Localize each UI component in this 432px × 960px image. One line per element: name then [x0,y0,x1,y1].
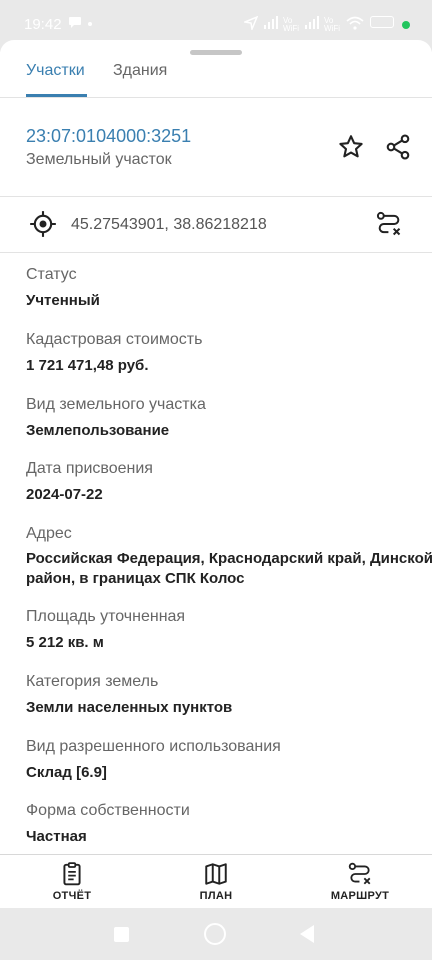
tab-parcels[interactable]: Участки [26,62,85,80]
route-label: МАРШРУТ [330,890,390,902]
report-icon [63,862,81,886]
tab-bar: Участки Здания [0,58,432,98]
signal-icon [305,16,321,32]
route-button[interactable]: МАРШРУТ [320,855,400,909]
report-button[interactable]: ОТЧЁТ [36,855,108,909]
cadastral-value-label: Кадастровая стоимость [26,331,203,348]
permitted-use-value: Склад [6.9] [26,764,107,781]
wifi-icon [346,16,364,33]
sheet-drag-handle[interactable] [190,50,242,55]
notification-dot-icon [88,22,92,26]
status-label: Статус [26,266,77,283]
route-icon [348,862,371,885]
share-icon[interactable] [382,131,414,163]
cadastral-number[interactable]: 23:07:0104000:3251 [26,126,191,147]
signal-icon [264,16,280,32]
active-tab-indicator [26,94,87,97]
status-time: 19:42 [24,16,62,33]
battery-indicator-dot [402,21,410,29]
address-label: Адрес [26,525,72,542]
back-icon[interactable] [300,925,314,943]
ownership-form-value: Частная [26,828,87,845]
chat-bubble-icon [68,16,82,32]
land-category-value: Земли населенных пунктов [26,699,233,716]
vowifi-icon: Vo WiFi [324,16,340,33]
route-icon[interactable] [373,208,405,240]
recent-apps-icon[interactable] [114,927,129,942]
area-value: 5 212 кв. м [26,634,104,651]
parcel-kind-label: Вид земельного участка [26,396,206,413]
cadastral-value-value: 1 721 471,48 руб. [26,357,149,374]
area-label: Площадь уточненная [26,608,186,625]
address-value[interactable]: Российская Федерация, Краснодарский край… [26,549,432,589]
battery-icon [370,16,394,28]
ownership-form-label: Форма собственности [26,802,190,819]
assignment-date-value: 2024-07-22 [26,486,103,503]
land-category-label: Категория земель [26,673,159,690]
crosshair-location-icon[interactable] [27,208,59,240]
home-icon[interactable] [204,923,226,945]
location-icon [242,15,259,33]
parcel-type: Земельный участок [26,151,172,168]
plan-label: ПЛАН [199,890,233,902]
vowifi-icon: Vo WiFi [283,16,299,33]
bottom-action-bar: ОТЧЁТ ПЛАН МАРШРУТ [0,854,432,908]
plan-button[interactable]: ПЛАН [180,855,252,909]
map-icon [205,863,227,885]
parcel-info-sheet: Участки Здания 23:07:0104000:3251 Земель… [0,40,432,908]
coordinates-text[interactable]: 45.27543901, 38.86218218 [71,216,267,234]
divider [0,252,432,253]
assignment-date-label: Дата присвоения [26,460,153,477]
divider [0,196,432,197]
permitted-use-label: Вид разрешенного использования [26,738,281,755]
parcel-kind-value: Землепользование [26,422,170,439]
status-value: Учтенный [26,292,100,309]
favorite-star-icon[interactable] [335,131,367,163]
report-label: ОТЧЁТ [52,890,92,902]
system-nav-bar [0,908,432,960]
tab-buildings[interactable]: Здания [113,62,167,80]
